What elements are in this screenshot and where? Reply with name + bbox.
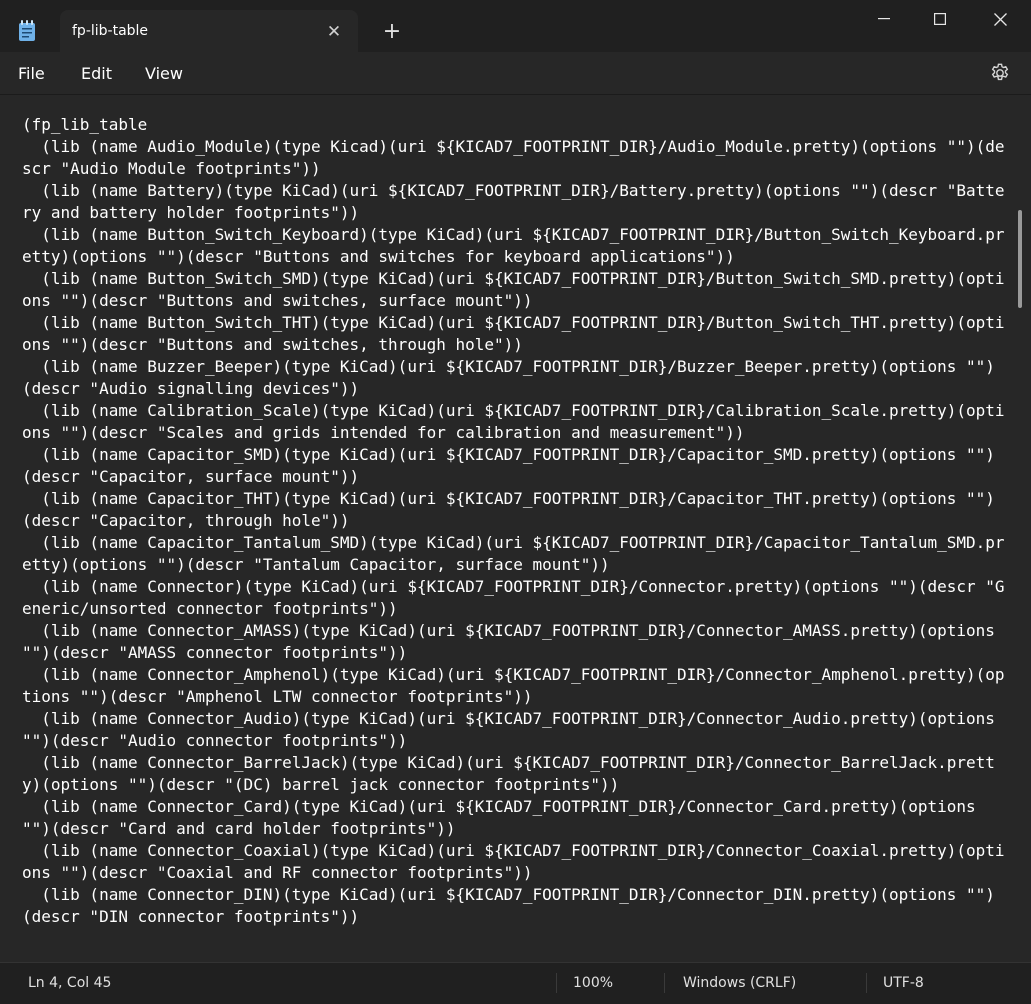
status-bar: Ln 4, Col 45 100% Windows (CRLF) UTF-8 [0, 962, 1031, 1004]
menu-file[interactable]: File [18, 64, 45, 83]
text-editor[interactable]: (fp_lib_table (lib (name Audio_Module)(t… [0, 94, 1031, 963]
status-divider [664, 973, 665, 993]
tab-fp-lib-table[interactable]: fp-lib-table ✕ [60, 10, 358, 52]
minimize-icon [878, 18, 890, 20]
close-icon [993, 12, 1007, 26]
status-divider [866, 973, 867, 993]
cursor-position[interactable]: Ln 4, Col 45 [28, 975, 111, 991]
menu-edit[interactable]: Edit [81, 64, 112, 83]
gear-icon[interactable] [989, 62, 1011, 84]
new-tab-button[interactable]: + [380, 20, 404, 44]
status-divider [556, 973, 557, 993]
minimize-button[interactable] [854, 0, 914, 38]
line-ending[interactable]: Windows (CRLF) [683, 975, 796, 991]
menu-view[interactable]: View [145, 64, 183, 83]
tab-title: fp-lib-table [72, 23, 149, 39]
title-bar: fp-lib-table ✕ + [0, 0, 1031, 52]
notepad-icon [18, 20, 36, 42]
vertical-scrollbar[interactable] [1018, 210, 1022, 308]
zoom-level[interactable]: 100% [573, 975, 613, 991]
maximize-icon [934, 13, 946, 25]
close-button[interactable] [970, 0, 1030, 38]
tab-close-icon[interactable]: ✕ [324, 22, 344, 42]
maximize-button[interactable] [910, 0, 970, 38]
editor-content[interactable]: (fp_lib_table (lib (name Audio_Module)(t… [22, 114, 1012, 928]
encoding[interactable]: UTF-8 [883, 975, 924, 991]
menu-bar: File Edit View [0, 52, 1031, 94]
